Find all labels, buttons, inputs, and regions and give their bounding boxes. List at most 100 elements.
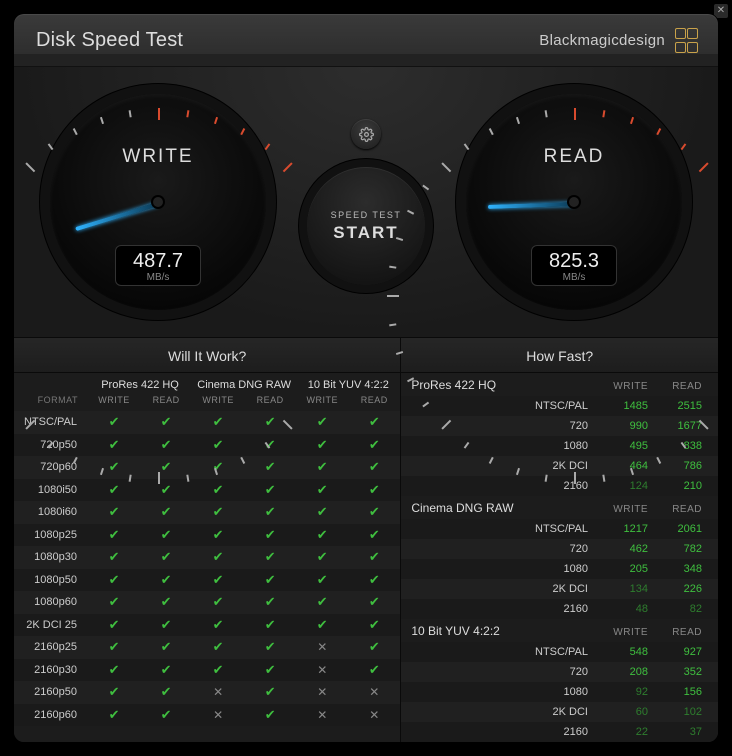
speed-write: 1217 [600, 523, 654, 535]
x-icon: ✕ [192, 683, 244, 701]
how-fast-panel: How Fast? ProRes 422 HQWRITEREADNTSC/PAL… [401, 338, 718, 742]
start-button[interactable]: SPEED TEST START [307, 167, 425, 285]
codec-header-row: ProRes 422 HQ Cinema DNG RAW 10 Bit YUV … [14, 373, 400, 391]
titlebar: Disk Speed Test Blackmagicdesign [14, 14, 718, 67]
format-label: 2160p25 [14, 641, 88, 653]
speed-read: 102 [654, 706, 708, 718]
brand-logo-icon [675, 28, 696, 53]
speed-format: 2160 [411, 480, 600, 492]
col-read: READ [654, 504, 708, 515]
read-gauge: READ 825.3 MB/s [466, 94, 682, 310]
check-icon: ✔ [348, 503, 400, 521]
format-row: 2160p30✔✔✔✔✕✔ [14, 659, 400, 682]
speed-read: 352 [654, 666, 708, 678]
speed-format: NTSC/PAL [411, 646, 600, 658]
speed-read: 210 [654, 480, 708, 492]
gauges-area: WRITE 487.7 MB/s SPEED TEST START [14, 67, 718, 338]
format-row: 1080p25✔✔✔✔✔✔ [14, 524, 400, 547]
check-icon: ✔ [348, 571, 400, 589]
check-icon: ✔ [348, 548, 400, 566]
check-icon: ✔ [192, 661, 244, 679]
speed-write: 124 [600, 480, 654, 492]
check-icon: ✔ [88, 503, 140, 521]
check-icon: ✔ [140, 638, 192, 656]
check-icon: ✔ [244, 458, 296, 476]
check-icon: ✔ [88, 661, 140, 679]
speed-write: 462 [600, 543, 654, 555]
check-icon: ✔ [348, 616, 400, 634]
check-icon: ✔ [244, 436, 296, 454]
speed-row: 720462782 [401, 539, 718, 559]
check-icon: ✔ [192, 458, 244, 476]
speed-row: 1080205348 [401, 559, 718, 579]
speed-format: 720 [411, 543, 600, 555]
check-icon: ✔ [244, 706, 296, 724]
format-row: 1080p30✔✔✔✔✔✔ [14, 546, 400, 569]
speed-row: 1080495838 [401, 436, 718, 456]
speed-format: 2K DCI [411, 706, 600, 718]
format-row: 2160p60✔✔✕✔✕✕ [14, 704, 400, 727]
app-title: Disk Speed Test [36, 29, 183, 52]
check-icon: ✔ [296, 413, 348, 431]
how-fast-title: How Fast? [401, 338, 718, 373]
sub-header-row: FORMAT WRITE READ WRITE READ WRITE READ [14, 391, 400, 411]
close-button[interactable]: ✕ [714, 4, 728, 18]
format-label: 1080i50 [14, 484, 88, 496]
read-value: 825.3 [531, 250, 617, 273]
check-icon: ✔ [88, 683, 140, 701]
speed-row: NTSC/PAL548927 [401, 642, 718, 662]
check-icon: ✔ [244, 661, 296, 679]
codec-group-header: Cinema DNG RAWWRITEREAD [401, 496, 718, 519]
check-icon: ✔ [348, 481, 400, 499]
col-write: WRITE [600, 627, 654, 638]
check-icon: ✔ [140, 548, 192, 566]
app-window: Disk Speed Test Blackmagicdesign WRITE 4… [14, 14, 718, 742]
speed-format: 1080 [411, 686, 600, 698]
format-row: 1080i50✔✔✔✔✔✔ [14, 479, 400, 502]
speed-format: 2K DCI [411, 460, 600, 472]
check-icon: ✔ [348, 413, 400, 431]
check-icon: ✔ [88, 638, 140, 656]
brand: Blackmagicdesign [539, 28, 696, 53]
format-label: 2160p50 [14, 686, 88, 698]
speed-read: 348 [654, 563, 708, 575]
speed-format: 2160 [411, 726, 600, 738]
format-header: FORMAT [14, 391, 88, 411]
settings-button[interactable] [351, 119, 381, 149]
write-value: 487.7 [115, 250, 201, 273]
check-icon: ✔ [348, 661, 400, 679]
speed-format: 720 [411, 420, 600, 432]
write-gauge-label: WRITE [50, 146, 266, 168]
x-icon: ✕ [348, 706, 400, 724]
speed-write: 134 [600, 583, 654, 595]
format-label: NTSC/PAL [14, 416, 88, 428]
codec-group-header: 10 Bit YUV 4:2:2WRITEREAD [401, 619, 718, 642]
speed-row: 2160124210 [401, 476, 718, 496]
check-icon: ✔ [192, 436, 244, 454]
speed-read: 226 [654, 583, 708, 595]
speed-format: 1080 [411, 563, 600, 575]
speed-format: 2K DCI [411, 583, 600, 595]
check-icon: ✔ [296, 481, 348, 499]
x-icon: ✕ [348, 683, 400, 701]
check-icon: ✔ [192, 571, 244, 589]
check-icon: ✔ [140, 481, 192, 499]
speed-read: 927 [654, 646, 708, 658]
check-icon: ✔ [140, 458, 192, 476]
speed-read: 37 [654, 726, 708, 738]
format-label: 720p60 [14, 461, 88, 473]
codec-name: 10 Bit YUV 4:2:2 [411, 624, 600, 638]
format-row: 1080p60✔✔✔✔✔✔ [14, 591, 400, 614]
check-icon: ✔ [244, 616, 296, 634]
write-readout: 487.7 MB/s [115, 245, 201, 286]
codec-group-2: 10 Bit YUV 4:2:2 [296, 373, 400, 391]
speed-row: NTSC/PAL12172061 [401, 519, 718, 539]
check-icon: ✔ [88, 616, 140, 634]
x-icon: ✕ [296, 706, 348, 724]
check-icon: ✔ [88, 481, 140, 499]
speed-write: 1485 [600, 400, 654, 412]
speed-write: 464 [600, 460, 654, 472]
speed-row: 108092156 [401, 682, 718, 702]
format-label: 2K DCI 25 [14, 619, 88, 631]
will-it-work-title: Will It Work? [14, 338, 400, 373]
